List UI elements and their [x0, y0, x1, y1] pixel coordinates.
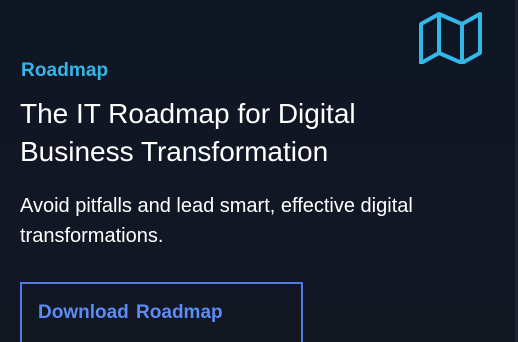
category-label: Roadmap — [21, 60, 109, 81]
description: Avoid pitfalls and lead smart, effective… — [20, 195, 413, 247]
download-roadmap-button[interactable]: Download Roadmap — [20, 282, 303, 342]
map-icon — [419, 12, 482, 64]
headline: The IT Roadmap for Digital Business Tran… — [20, 98, 356, 167]
roadmap-promo-card: Roadmap The IT Roadmap for Digital Busin… — [0, 0, 518, 342]
